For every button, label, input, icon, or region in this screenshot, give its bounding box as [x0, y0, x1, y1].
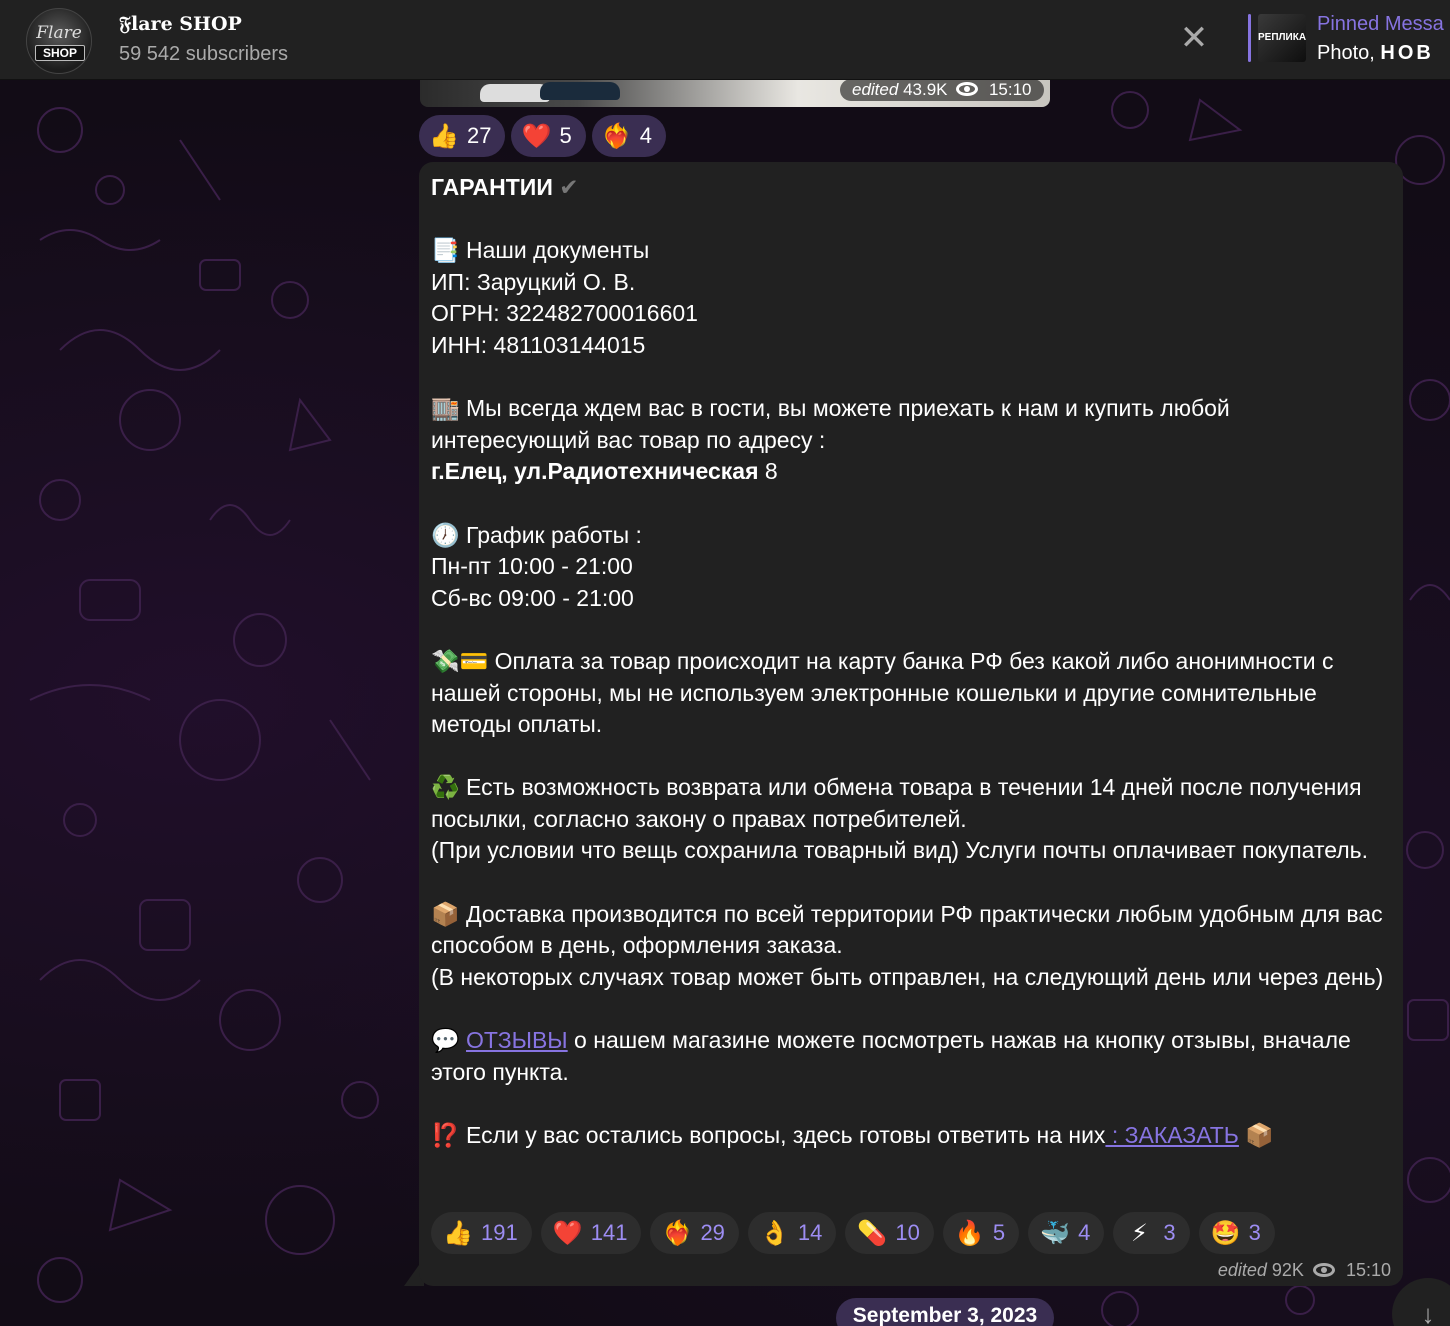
- thumbs-up-icon: 👍: [429, 122, 459, 150]
- message-text: ГАРАНТИИ ✔ 📑 Наши документы ИП: Заруцкий…: [431, 172, 1391, 1151]
- delivery-text: 📦 Доставка производится по всей территор…: [431, 900, 1390, 959]
- reaction-count: 14: [797, 1220, 823, 1245]
- message-title: ГАРАНТИИ: [431, 174, 553, 200]
- heart-icon: ❤️: [552, 1219, 583, 1247]
- channel-title[interactable]: 𝔉lare SHOP: [119, 13, 242, 35]
- ok-hand-icon: 👌: [759, 1219, 790, 1247]
- subscriber-count: 59 542 subscribers: [119, 43, 288, 65]
- message-meta: edited 92K 15:10: [1218, 1260, 1391, 1281]
- star-struck-icon: 🤩: [1210, 1219, 1241, 1247]
- reaction-count: 3: [1248, 1220, 1261, 1245]
- pinned-text-bold: НОВ: [1380, 42, 1434, 64]
- pinned-thumbnail: РЕПЛИКА: [1258, 14, 1306, 62]
- schedule-heading: 🕖 График работы :: [431, 521, 642, 548]
- pinned-text-prefix: Photo,: [1317, 42, 1381, 64]
- questions-text: ⁉️ Если у вас остались вопросы, здесь го…: [431, 1121, 1106, 1148]
- close-icon: ✕: [1179, 19, 1209, 57]
- pinned-text: Photo, НОВ: [1317, 42, 1434, 65]
- reaction-heart[interactable]: ❤️ 5: [511, 115, 586, 157]
- heart-on-fire-icon: ❤️‍🔥: [662, 1219, 693, 1247]
- message-reactions: 👍 191 ❤️ 141 ❤️‍🔥 29 👌 14 💊 10 🔥 5 🐳 4 ⚡: [431, 1212, 1275, 1254]
- reaction-count: 191: [481, 1220, 518, 1245]
- reaction-thumbs-up[interactable]: 👍 27: [419, 115, 506, 157]
- weekend-hours: Сб-вс 09:00 - 21:00: [431, 584, 634, 611]
- previous-message-reactions: 👍 27 ❤️ 5 ❤️‍🔥 4: [419, 115, 666, 157]
- reaction-heart-on-fire[interactable]: ❤️‍🔥 29: [650, 1212, 739, 1254]
- reaction-count: 141: [590, 1220, 628, 1245]
- reaction-count: 5: [992, 1220, 1006, 1245]
- avatar-logo-label: SHOP: [35, 45, 85, 61]
- close-button[interactable]: ✕: [1176, 20, 1212, 56]
- edited-label: edited: [1217, 1260, 1267, 1280]
- chat-header: Flare SHOP 𝔉lare SHOP 59 542 subscribers…: [0, 0, 1450, 80]
- reviews-link[interactable]: ОТЗЫВЫ: [466, 1027, 568, 1053]
- pinned-message[interactable]: РЕПЛИКА Pinned Messa Photo, НОВ: [1248, 12, 1450, 64]
- pinned-indicator-bar: [1248, 14, 1251, 62]
- address-number: 8: [758, 458, 778, 485]
- weekdays-hours: Пн-пт 10:00 - 21:00: [431, 553, 633, 580]
- eye-icon: [956, 82, 979, 96]
- message-time: 15:10: [1345, 1260, 1391, 1280]
- fire-icon: 🔥: [954, 1219, 985, 1247]
- ogrn-line: ОГРН: 322482700016601: [431, 300, 698, 327]
- views-count: 43.9K: [903, 80, 948, 99]
- speech-bubble-icon: 💬: [431, 1027, 467, 1054]
- reaction-count: 5: [559, 123, 572, 148]
- reaction-count: 10: [895, 1220, 920, 1245]
- check-mark-icon: ✔: [559, 174, 579, 200]
- inn-line: ИНН: 481103144015: [431, 331, 646, 358]
- reaction-count: 4: [1078, 1220, 1091, 1245]
- whale-icon: 🐳: [1040, 1219, 1071, 1247]
- package-icon: 📦: [1238, 1121, 1274, 1148]
- reaction-count: 4: [639, 123, 652, 148]
- reaction-count: 29: [700, 1220, 725, 1245]
- arrow-down-icon: ↓: [1421, 1299, 1435, 1326]
- reaction-count: 3: [1163, 1220, 1176, 1245]
- channel-avatar[interactable]: Flare SHOP: [26, 8, 92, 74]
- avatar-logo-script: Flare: [36, 23, 82, 43]
- return-condition-text: (При условии что вещь сохранила товарный…: [431, 837, 1369, 864]
- heart-icon: ❤️: [521, 122, 552, 150]
- previous-message-meta: edited 43.9K 15:10: [840, 79, 1044, 101]
- edited-label: edited: [852, 80, 899, 99]
- views-count: 92K: [1271, 1260, 1304, 1280]
- docs-heading: 📑 Наши документы: [431, 237, 650, 264]
- reaction-lightning[interactable]: ⚡ 3: [1113, 1212, 1190, 1254]
- message-time: 15:10: [988, 80, 1032, 99]
- pinned-title: Pinned Messa: [1317, 13, 1444, 35]
- reaction-pill[interactable]: 💊 10: [845, 1212, 934, 1254]
- visit-text: 🏬 Мы всегда ждем вас в гости, вы можете …: [431, 395, 1237, 453]
- reaction-fire[interactable]: 🔥 5: [942, 1212, 1020, 1254]
- reaction-whale[interactable]: 🐳 4: [1028, 1212, 1105, 1254]
- heart-on-fire-icon: ❤️‍🔥: [601, 122, 632, 150]
- pinned-thumbnail-label: РЕПЛИКА: [1258, 32, 1306, 43]
- reaction-heart-on-fire[interactable]: ❤️‍🔥 4: [591, 115, 666, 157]
- return-text: ♻️ Есть возможность возврата или обмена …: [431, 774, 1369, 832]
- reaction-thumbs-up[interactable]: 👍 191: [431, 1212, 532, 1254]
- order-link[interactable]: : ЗАКАЗАТЬ: [1105, 1122, 1239, 1148]
- date-separator: September 3, 2023: [836, 1298, 1054, 1326]
- address-text: г.Елец, ул.Радиотехническая: [431, 458, 759, 485]
- reaction-heart[interactable]: ❤️ 141: [540, 1212, 642, 1254]
- ip-line: ИП: Заруцкий О. В.: [431, 268, 636, 295]
- lightning-icon: ⚡: [1130, 1219, 1148, 1247]
- pill-icon: 💊: [857, 1219, 888, 1247]
- payment-text: 💸💳 Оплата за товар происходит на карту б…: [431, 647, 1340, 738]
- message-bubble[interactable]: ГАРАНТИИ ✔ 📑 Наши документы ИП: Заруцкий…: [419, 162, 1403, 1286]
- thumbs-up-icon: 👍: [443, 1219, 473, 1247]
- eye-icon: [1312, 1263, 1335, 1277]
- reviews-text: о нашем магазине можете посмотреть нажав…: [431, 1027, 1358, 1085]
- photo-detail: [540, 82, 620, 100]
- reaction-count: 27: [467, 123, 492, 148]
- reaction-ok-hand[interactable]: 👌 14: [747, 1212, 837, 1254]
- delivery-note-text: (В некоторых случаях товар может быть от…: [431, 963, 1384, 990]
- reaction-star-struck[interactable]: 🤩 3: [1198, 1212, 1275, 1254]
